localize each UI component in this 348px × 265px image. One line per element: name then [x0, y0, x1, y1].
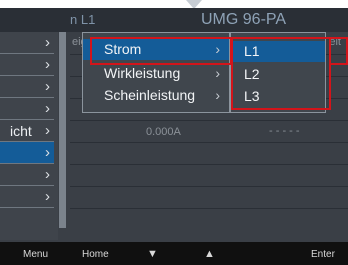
table-row [70, 186, 348, 209]
home-softkey[interactable]: Home [82, 249, 109, 260]
enter-softkey[interactable]: Enter [311, 249, 335, 260]
left-menu-item[interactable]: › [0, 98, 54, 120]
table-row [70, 142, 348, 165]
table-dashes: - - - - - [269, 125, 300, 137]
device-model-title: UMG 96-PA [201, 11, 287, 28]
chevron-right-icon: › [45, 56, 50, 73]
submenu-item-label: Wirkleistung [104, 65, 181, 81]
chevron-right-icon: › [45, 144, 50, 161]
chevron-right-icon: › [215, 87, 220, 103]
left-menu-item[interactable]: › [0, 76, 54, 98]
left-menu-item[interactable]: › [0, 32, 54, 54]
left-menu-item-label: icht [10, 123, 32, 139]
down-arrow-icon[interactable]: ▼ [147, 248, 158, 260]
top-border [0, 0, 348, 8]
highlight-box-phases [231, 37, 331, 110]
titlebar: n L1 UMG 96-PA [0, 8, 348, 32]
submenu-item-scheinleistung[interactable]: Scheinleistung › [83, 85, 229, 106]
chevron-right-icon: › [45, 122, 50, 139]
left-menu-item[interactable]: › [0, 164, 54, 186]
highlight-box-strom [90, 37, 232, 65]
table-row [70, 164, 348, 187]
chevron-right-icon: › [45, 34, 50, 51]
table-value: 0.000A [146, 126, 181, 138]
device-screen: n L1 UMG 96-PA eig eit 0.000A - - - - - … [0, 0, 348, 265]
chevron-right-icon: › [45, 100, 50, 117]
submenu-item-label: Scheinleistung [104, 87, 196, 103]
softkey-bar: Menu Home ▼ ▲ Enter [0, 242, 348, 265]
chevron-right-icon: › [45, 166, 50, 183]
chevron-right-icon: › [45, 188, 50, 205]
chevron-right-icon: › [45, 78, 50, 95]
left-menu-item-selected[interactable]: › [0, 142, 54, 164]
menu-softkey[interactable]: Menu [23, 249, 48, 260]
highlight-box-edge [330, 37, 348, 65]
up-arrow-icon[interactable]: ▲ [204, 248, 215, 260]
chevron-right-icon: › [215, 65, 220, 81]
table-row: 0.000A - - - - - [70, 120, 348, 143]
left-menu-item[interactable]: › [0, 54, 54, 76]
left-menu-item[interactable]: › [0, 186, 54, 208]
left-menu: › › › › icht › › › › [0, 32, 58, 240]
submenu-item-wirkleistung[interactable]: Wirkleistung › [83, 63, 229, 84]
menu-scrollbar[interactable] [59, 32, 66, 228]
breadcrumb-fragment: n L1 [70, 12, 96, 27]
left-menu-item[interactable]: icht › [0, 120, 54, 142]
